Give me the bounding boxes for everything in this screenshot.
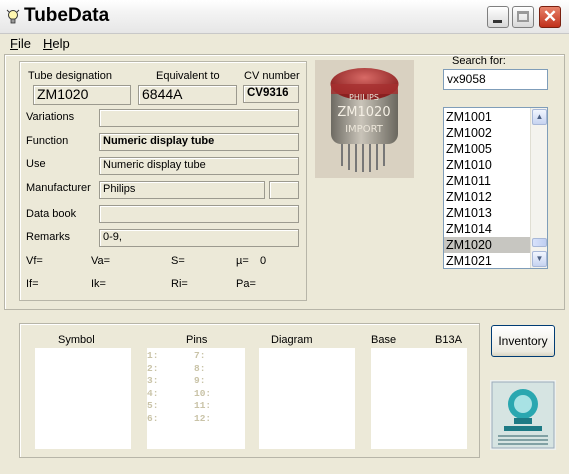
param-if: If=: [26, 278, 39, 290]
pins-label: Pins: [186, 334, 208, 346]
param-ik: Ik=: [91, 278, 106, 290]
manufacturer-extra-field[interactable]: [269, 181, 299, 199]
inventory-button[interactable]: Inventory: [491, 325, 555, 357]
designation-label: Tube designation: [28, 70, 112, 82]
param-ri: Ri=: [171, 278, 188, 290]
menu-help-accel: H: [43, 36, 53, 51]
photo-import-text: IMPORT: [345, 124, 384, 135]
base-panel: [371, 348, 467, 449]
remarks-label: Remarks: [26, 231, 71, 243]
function-field[interactable]: Numeric display tube: [99, 133, 299, 151]
scroll-down-button[interactable]: ▼: [532, 251, 547, 267]
pin-label: 8:: [194, 362, 206, 374]
pin-label: 7:: [194, 350, 206, 361]
use-label: Use: [26, 158, 46, 170]
close-button[interactable]: ✕: [539, 6, 561, 28]
use-field[interactable]: Numeric display tube: [99, 157, 299, 175]
scroll-thumb[interactable]: [532, 238, 547, 247]
menu-file-accel: F: [10, 36, 18, 51]
tube-listbox[interactable]: ZM1001 ZM1002 ZM1005 ZM1010 ZM1011 ZM1012 ZM10…: [443, 107, 548, 269]
tube-photo: PHILIPS ZM1020 IMPORT: [315, 60, 414, 178]
databook-field[interactable]: [99, 205, 299, 223]
list-scrollbar[interactable]: ▲ ▼: [530, 108, 547, 268]
pin-label: 11:: [194, 400, 212, 411]
minimize-icon: [493, 20, 502, 23]
databook-label: Data book: [26, 208, 77, 220]
param-va: Va=: [91, 255, 111, 267]
photo-model-text: ZM1020: [337, 105, 390, 120]
base-label: Base: [371, 334, 397, 346]
pins-panel: 1: 2: 3: 4: 5: 6: 7: 8: 9: 10: 11: 12:: [147, 348, 245, 449]
menu-bar: File Help: [0, 34, 569, 52]
param-mu: µ=: [236, 255, 249, 267]
diagram-label: Diagram: [271, 334, 313, 346]
pin-label: 1:: [147, 350, 159, 361]
cv-field[interactable]: CV9316: [243, 85, 299, 103]
symbol-label: Symbol: [58, 334, 95, 346]
symbol-panel: [35, 348, 131, 449]
search-input[interactable]: vx9058: [443, 69, 548, 90]
designation-field[interactable]: ZM1020: [33, 85, 131, 105]
equivalent-field[interactable]: 6844A: [138, 85, 237, 105]
pin-label: 10:: [194, 387, 212, 399]
param-pa: Pa=: [236, 278, 256, 290]
pin-label: 6:: [147, 412, 159, 424]
menu-help[interactable]: Help: [43, 36, 70, 51]
pin-label: 2:: [147, 362, 159, 374]
window-title: TubeData: [24, 5, 110, 26]
maximize-button[interactable]: [512, 6, 534, 28]
param-mu-value: 0: [260, 255, 267, 267]
pin-label: 4:: [147, 387, 159, 399]
search-label: Search for:: [452, 55, 506, 67]
scroll-up-button[interactable]: ▲: [532, 109, 547, 125]
base-value: B13A: [435, 334, 462, 346]
equivalent-label: Equivalent to: [156, 70, 220, 82]
app-window: TubeData ✕ File Help Tube designation Eq…: [0, 0, 569, 474]
remarks-field[interactable]: 0-9,: [99, 229, 299, 247]
param-vf: Vf=: [26, 255, 43, 267]
cv-label: CV number: [244, 70, 300, 82]
diagram-panel: [259, 348, 355, 449]
manufacturer-field[interactable]: Philips: [99, 181, 265, 199]
lightbulb-icon: [6, 9, 20, 24]
menu-help-label: elp: [52, 36, 70, 51]
photo-brand-text: PHILIPS: [349, 93, 379, 102]
maximize-icon: [517, 11, 529, 22]
tube-logo-icon: [490, 380, 556, 450]
menu-file[interactable]: File: [10, 36, 31, 51]
title-bar[interactable]: TubeData ✕: [0, 0, 569, 34]
pin-label: 9:: [194, 375, 206, 386]
function-label: Function: [26, 135, 69, 147]
tube-logo-image: [490, 380, 556, 450]
menu-file-label: ile: [17, 36, 31, 51]
param-s: S=: [171, 255, 185, 267]
tube-photo-graphic: PHILIPS ZM1020 IMPORT: [315, 60, 414, 178]
pin-label: 12:: [194, 412, 212, 424]
pin-label: 5:: [147, 400, 159, 411]
variations-label: Variations: [26, 111, 75, 123]
manufacturer-label: Manufacturer: [26, 182, 91, 194]
close-icon: ✕: [542, 7, 558, 26]
minimize-button[interactable]: [487, 6, 509, 28]
variations-field[interactable]: [99, 109, 299, 127]
pin-label: 3:: [147, 375, 159, 386]
